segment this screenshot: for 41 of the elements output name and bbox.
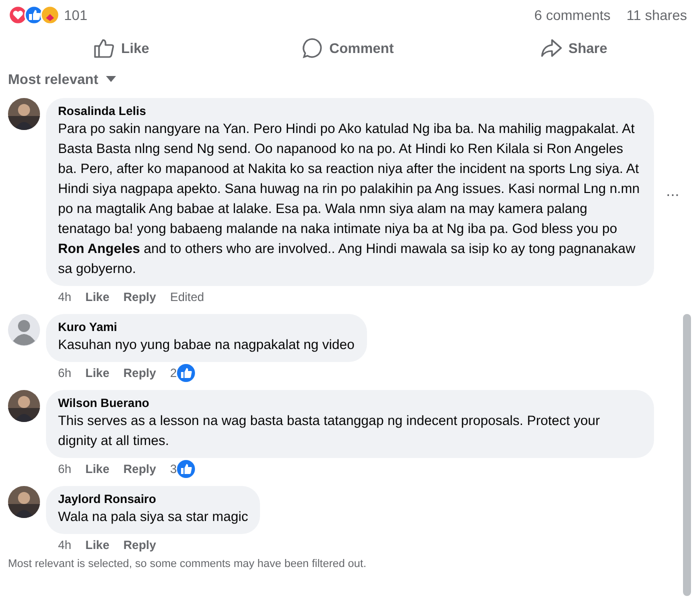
author-name[interactable]: Rosalinda Lelis: [58, 104, 642, 119]
like-link[interactable]: Like: [85, 290, 110, 304]
timestamp[interactable]: 4h: [58, 538, 72, 552]
like-link[interactable]: Like: [85, 366, 110, 380]
reply-link[interactable]: Reply: [123, 366, 156, 380]
comment-text: Wala na pala siya sa star magic: [58, 508, 248, 526]
reply-link[interactable]: Reply: [123, 538, 156, 552]
reply-link[interactable]: Reply: [123, 290, 156, 304]
comment-count[interactable]: 6 comments: [534, 7, 611, 23]
sort-dropdown[interactable]: Most relevant: [8, 68, 116, 90]
author-name[interactable]: Wilson Buerano: [58, 396, 642, 411]
reaction-icons[interactable]: [8, 5, 60, 25]
more-options-button[interactable]: ...: [662, 183, 684, 201]
avatar-icon[interactable]: [8, 314, 40, 346]
edited-label: Edited: [170, 290, 204, 304]
speech-bubble-icon: [301, 37, 324, 59]
comment-button[interactable]: Comment: [234, 30, 461, 66]
like-button[interactable]: Like: [8, 30, 234, 66]
share-count[interactable]: 11 shares: [626, 7, 687, 23]
like-link[interactable]: Like: [85, 538, 110, 552]
comment-text: Kasuhan nyo yung babae na nagpakalat ng video: [58, 336, 354, 354]
scrollbar[interactable]: [683, 314, 691, 596]
share-arrow-icon: [540, 37, 562, 59]
thumbs-up-icon: [93, 37, 116, 59]
thumbs-up-icon: [176, 364, 195, 382]
comment-text: Para po sakin nangyare na Yan. Pero Hindi po Ako katulad Ng iba ba. Na mahilig magpakalat. At Basta Basta nlng send Ng send. Oo napanood ko na po. At Hindi ko Ren Kilala si Ron Angeles ba. Pero, after ko mapanood at Nakita ko sa reaction niya after the incident na sports Lng siya. At Hindi siya nagpapa apekto. Sana huwag na rin po palakihin pa Ang issues. Kasi normal Lng n.mn po na magtalik Ang babae at lalake. Esa pa. Wala nmn siya alam na may kamera palang tenatago ba! yong babaeng malande na naka intimate niya ba at Ng iba pa. God bless you po Ron Angeles and to others who are involved.. Ang Hindi mawala sa isip ko ay tong pagnanakaw sa gobyerno.: [58, 120, 641, 278]
reply-link[interactable]: Reply: [123, 462, 156, 476]
comment-text: This serves as a lesson na wag basta basta tatanggap ng indecent proposals. Protect your dignity at all times.: [58, 412, 601, 450]
like-link[interactable]: Like: [85, 462, 110, 476]
timestamp[interactable]: 6h: [58, 462, 72, 476]
timestamp[interactable]: 6h: [58, 366, 72, 380]
thumbs-up-icon: [176, 460, 195, 478]
share-button[interactable]: Share: [460, 30, 687, 66]
reaction-count[interactable]: 3: [170, 462, 177, 476]
author-name[interactable]: Kuro Yami: [58, 320, 354, 335]
caret-icon: [106, 76, 116, 82]
author-name[interactable]: Jaylord Ronsairo: [58, 492, 248, 507]
reaction-count[interactable]: 101: [64, 7, 88, 23]
filter-note: Most relevant is selected, so some comments may have been filtered out.: [8, 558, 368, 570]
timestamp[interactable]: 4h: [58, 290, 72, 304]
reaction-count[interactable]: 2: [170, 366, 177, 380]
